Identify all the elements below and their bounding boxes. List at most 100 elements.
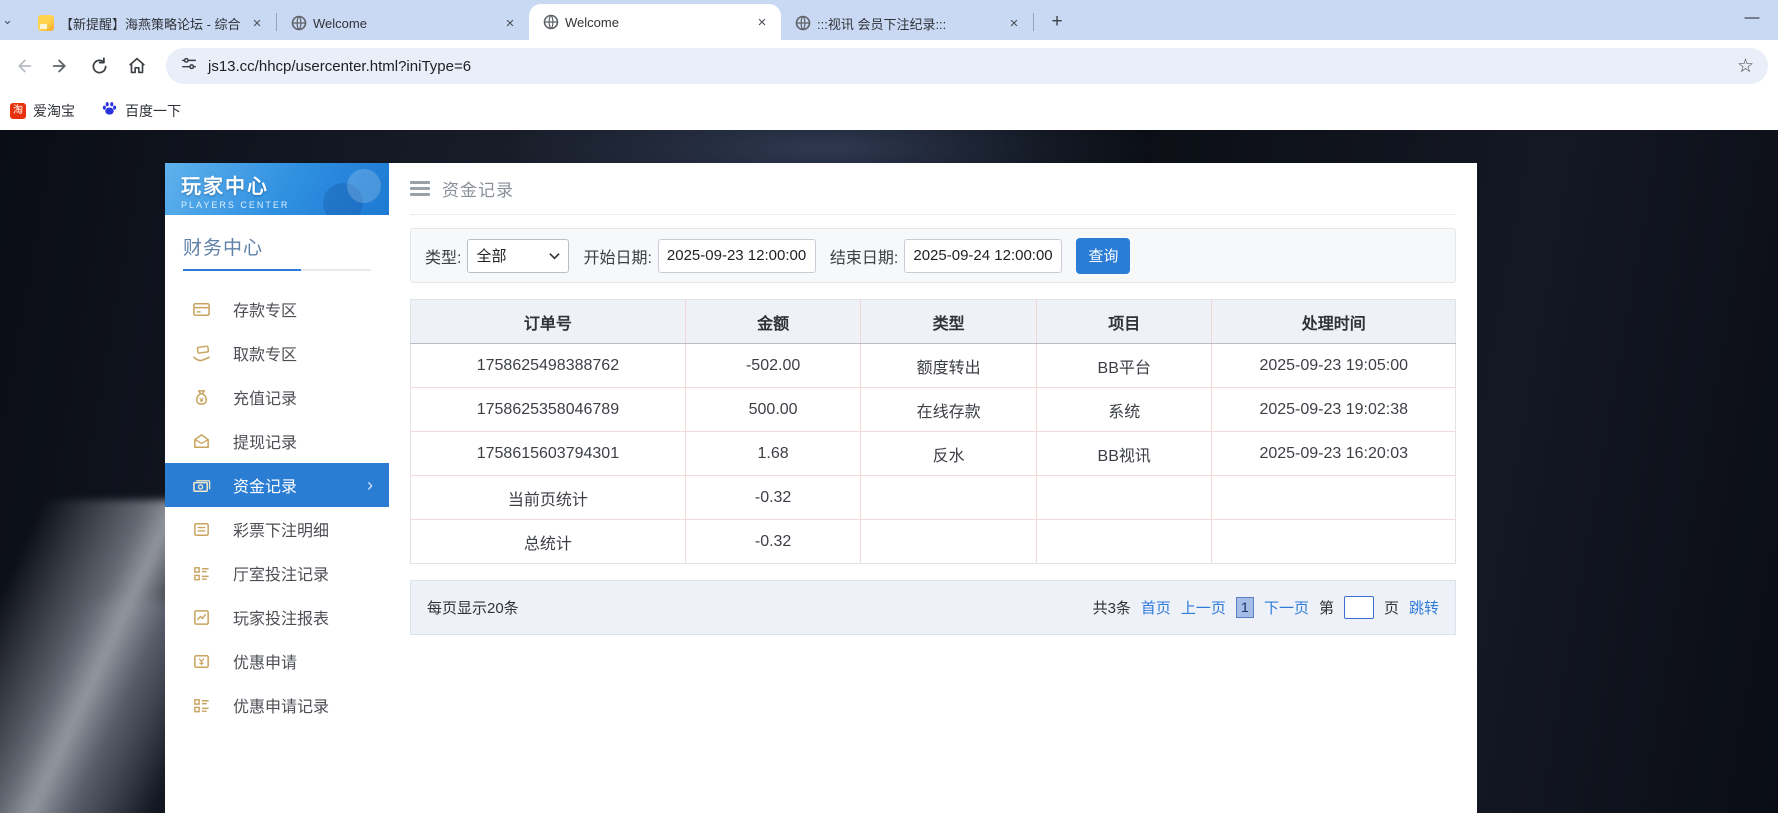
chevron-down-icon: [549, 252, 561, 259]
promo-ticket-icon: [191, 651, 211, 671]
cell-process-time: 2025-09-23 16:20:03: [1211, 431, 1456, 476]
table-row: 1758615603794301 1.68 反水 BB视讯 2025-09-23…: [410, 431, 1456, 476]
home-button[interactable]: [120, 49, 154, 83]
sidebar-item-player-bet-report[interactable]: 玩家投注报表: [165, 595, 389, 639]
new-tab-button[interactable]: +: [1044, 9, 1070, 35]
sidebar-item-hall-bet-records[interactable]: 厅室投注记录: [165, 551, 389, 595]
funds-records-table: 订单号 金额 类型 项目 处理时间 1758625498388762 -502.…: [410, 299, 1456, 564]
current-page-indicator: 1: [1235, 597, 1254, 618]
cell-type: 额度转出: [860, 343, 1037, 388]
cell-order-no: 1758615603794301: [410, 431, 686, 476]
site-settings-icon[interactable]: [180, 55, 198, 78]
promo-record-list-icon: [191, 695, 211, 715]
money-bag-icon: [191, 387, 211, 407]
sidebar-item-label: 提现记录: [233, 435, 298, 452]
cell-amount: -0.32: [685, 519, 862, 564]
sidebar-item-label: 玩家投注报表: [233, 611, 330, 628]
cell-amount: -0.32: [685, 475, 862, 520]
tab-title: Welcome: [313, 15, 367, 31]
sidebar-item-promo-apply[interactable]: 优惠申请: [165, 639, 389, 683]
cell-order-no: 1758625498388762: [410, 343, 686, 388]
bookmark-star-icon[interactable]: ☆: [1737, 55, 1754, 78]
bookmark-label: 爱淘宝: [33, 103, 75, 119]
browser-tab-4[interactable]: :::视讯 会员下注纪录::: ×: [781, 6, 1033, 40]
reload-button[interactable]: [82, 49, 116, 83]
sidebar-item-promo-apply-records[interactable]: 优惠申请记录: [165, 683, 389, 727]
sidebar-item-label: 存款专区: [233, 303, 298, 320]
sidebar: 玩家中心 PLAYERS CENTER 财务中心 存款专区 取款专区 充值记录: [165, 163, 389, 813]
first-page-link[interactable]: 首页: [1141, 597, 1171, 618]
forward-button[interactable]: [44, 49, 78, 83]
col-header-project: 项目: [1036, 299, 1213, 344]
jump-prefix-label: 第: [1318, 600, 1334, 617]
cell-project: BB平台: [1036, 343, 1213, 388]
cell-empty: [1036, 519, 1213, 564]
cell-amount: 500.00: [685, 387, 862, 432]
bookmarks-bar: 淘 爱淘宝 百度一下: [0, 92, 1778, 130]
sidebar-item-funds-records[interactable]: 资金记录 ›: [165, 463, 389, 507]
sidebar-item-recharge-records[interactable]: 充值记录: [165, 375, 389, 419]
player-center-card: 玩家中心 PLAYERS CENTER 财务中心 存款专区 取款专区 充值记录: [165, 163, 1477, 813]
hall-bet-list-icon: [191, 563, 211, 583]
cell-project: 系统: [1036, 387, 1213, 432]
bookmark-baidu[interactable]: 百度一下: [101, 100, 181, 122]
main-content: 资金记录 类型: 全部 开始日期: 结束日期: 查询 订单号: [389, 163, 1477, 813]
start-date-label: 开始日期:: [583, 249, 652, 267]
col-header-type: 类型: [860, 299, 1037, 344]
tab-close-icon[interactable]: ×: [248, 14, 266, 32]
sidebar-item-withdrawal-records[interactable]: 提现记录: [165, 419, 389, 463]
globe-favicon-icon: [795, 15, 811, 31]
sidebar-item-withdraw-zone[interactable]: 取款专区: [165, 331, 389, 375]
start-date-input[interactable]: [657, 238, 816, 273]
tab-close-icon[interactable]: ×: [501, 14, 519, 32]
window-minimize-button[interactable]: —: [1744, 10, 1760, 26]
tab-close-icon[interactable]: ×: [1005, 14, 1023, 32]
section-underline: [183, 269, 371, 271]
end-date-input[interactable]: [904, 238, 1063, 273]
cell-empty: [1211, 475, 1456, 520]
tab-title: 【新提醒】海燕策略论坛 - 综合: [60, 16, 241, 32]
tab-title: Welcome: [565, 14, 619, 30]
url-text[interactable]: js13.cc/hhcp/usercenter.html?iniType=6: [208, 58, 1737, 75]
menu-hamburger-icon[interactable]: [410, 181, 430, 196]
browser-tab-1[interactable]: 【新提醒】海燕策略论坛 - 综合 ×: [24, 6, 276, 40]
background-streak: [0, 600, 180, 813]
sidebar-item-label: 厅室投注记录: [233, 567, 330, 584]
total-count-text: 共3条: [1092, 600, 1131, 617]
type-select[interactable]: 全部: [467, 238, 570, 273]
sidebar-item-label: 取款专区: [233, 347, 298, 364]
cell-order-no: 1758625358046789: [410, 387, 686, 432]
jump-page-input[interactable]: [1343, 596, 1374, 619]
window-edge-fragment: ⌄: [2, 12, 13, 27]
browser-tab-3-active[interactable]: Welcome ×: [529, 4, 781, 40]
globe-favicon-icon: [543, 14, 559, 30]
browser-tab-strip: ⌄ 【新提醒】海燕策略论坛 - 综合 × Welcome × Welcome ×: [0, 0, 1778, 40]
sidebar-item-label: 彩票下注明细: [233, 523, 330, 540]
page-header: 资金记录: [410, 163, 1456, 215]
address-bar[interactable]: js13.cc/hhcp/usercenter.html?iniType=6 ☆: [166, 48, 1768, 84]
cashout-envelope-icon: [191, 431, 211, 451]
table-row-page-total: 当前页统计 -0.32: [410, 475, 1456, 520]
browser-tab-2[interactable]: Welcome ×: [277, 6, 529, 40]
sidebar-item-deposit-zone[interactable]: 存款专区: [165, 287, 389, 331]
prev-page-link[interactable]: 上一页: [1181, 597, 1226, 618]
table-row: 1758625358046789 500.00 在线存款 系统 2025-09-…: [410, 387, 1456, 432]
back-button[interactable]: [6, 49, 40, 83]
jump-button[interactable]: 跳转: [1409, 597, 1439, 618]
baidu-paw-icon: [101, 100, 118, 122]
cell-type: 在线存款: [860, 387, 1037, 432]
tab-divider: [1033, 13, 1034, 31]
deposit-card-icon: [191, 299, 211, 319]
page-title: 资金记录: [442, 181, 514, 200]
sidebar-section-header: 财务中心: [165, 215, 389, 279]
bookmark-aitaobao[interactable]: 淘 爱淘宝: [10, 101, 75, 121]
next-page-link[interactable]: 下一页: [1264, 597, 1309, 618]
filter-bar: 类型: 全部 开始日期: 结束日期: 查询: [410, 228, 1456, 283]
bookmark-label: 百度一下: [125, 103, 181, 119]
type-select-value: 全部: [476, 248, 507, 265]
withdraw-hand-icon: [191, 343, 211, 363]
search-button[interactable]: 查询: [1076, 237, 1131, 274]
tab-close-icon[interactable]: ×: [753, 13, 771, 31]
sidebar-item-lottery-bet-details[interactable]: 彩票下注明细: [165, 507, 389, 551]
table-row-grand-total: 总统计 -0.32: [410, 519, 1456, 564]
